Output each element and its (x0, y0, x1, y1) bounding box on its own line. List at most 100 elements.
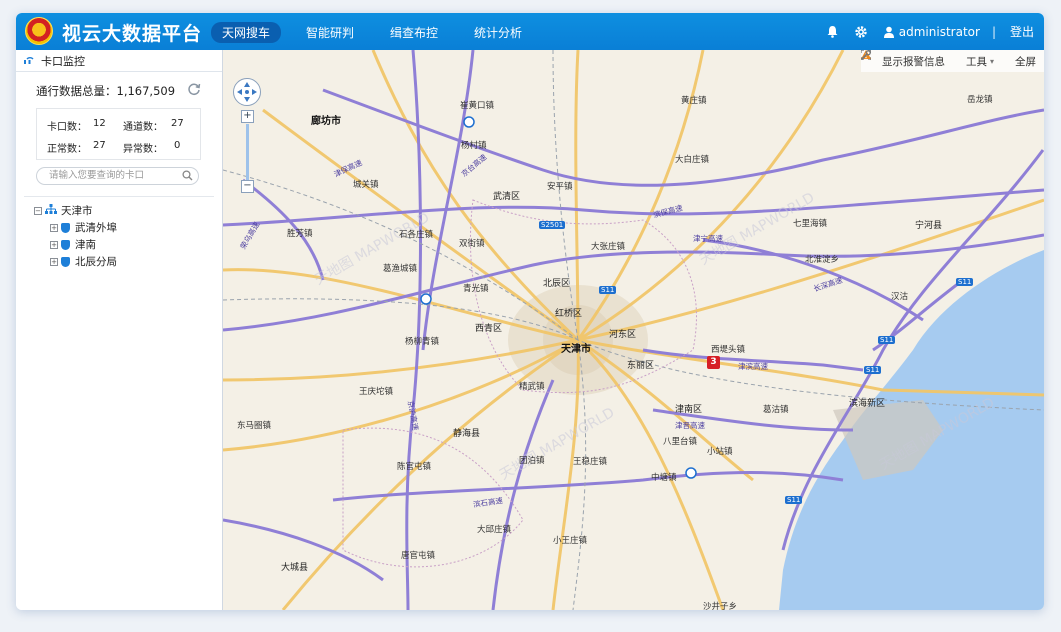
tree-root[interactable]: − 天津市 (34, 202, 117, 219)
map-label: 大张庄镇 (591, 242, 626, 252)
checkpoint-value: 12 (93, 118, 106, 129)
map-label: 葛渔城镇 (383, 264, 418, 274)
bell-icon[interactable] (826, 25, 840, 39)
shield-icon (61, 239, 70, 250)
shield-icon (61, 256, 70, 267)
shield-icon (61, 222, 70, 233)
map-pan-control[interactable] (233, 78, 261, 106)
lane-value: 27 (171, 118, 184, 129)
map-label: 黄庄镇 (681, 96, 707, 106)
map-label: 石各庄镇 (399, 230, 434, 240)
expand-icon[interactable]: + (50, 257, 58, 266)
tree-root-label: 天津市 (61, 205, 93, 217)
tab-surveillance-control[interactable]: 缉查布控 (379, 22, 449, 43)
map-label: 小站镇 (707, 447, 733, 457)
highway-shield: S11 (864, 366, 882, 374)
road-label: 津晋高速 (675, 421, 705, 430)
map-label: 大邱庄镇 (477, 525, 512, 535)
gear-icon[interactable] (854, 25, 868, 39)
road-label: 津滨高速 (738, 362, 768, 371)
map-label: 北辰区 (543, 279, 571, 289)
tab-tianwang-search[interactable]: 天网搜车 (211, 22, 282, 43)
top-header: 视云大数据平台 天网搜车 智能研判 缉查布控 统计分析 administrato… (16, 13, 1044, 50)
police-emblem-icon (25, 17, 53, 45)
stats-panel: 卡口数： 12 通道数： 27 正常数： 27 异常数： 0 (36, 108, 201, 160)
cluster-marker[interactable]: 3 (707, 356, 720, 369)
map-label: 中塘镇 (651, 473, 677, 483)
map-label: 崔黄口镇 (460, 101, 495, 111)
total-traffic: 通行数据总量：1,167,509 (36, 83, 175, 99)
map-label: 沙井子乡 (703, 602, 738, 610)
region-tree: − 天津市 + 武清外埠 + 津南 + 北辰分局 (34, 202, 117, 270)
app-title: 视云大数据平台 (62, 23, 203, 45)
sidebar: 卡口监控 通行数据总量：1,167,509 卡口数： 12 通道数： 27 正常… (16, 50, 223, 610)
tab-intelligent-analysis[interactable]: 智能研判 (295, 22, 365, 43)
map-label: 胜芳镇 (287, 229, 313, 239)
map-label: 八里台镇 (663, 437, 698, 447)
fullscreen-button[interactable]: 全屏 (860, 50, 1036, 69)
app-window: 视云大数据平台 天网搜车 智能研判 缉查布控 统计分析 administrato… (16, 13, 1044, 610)
user-name[interactable]: administrator (899, 25, 980, 39)
tree-item-wuqing[interactable]: + 武清外埠 (34, 219, 117, 236)
map-label: 葛沽镇 (763, 405, 789, 415)
map-label: 武清区 (493, 192, 521, 202)
expand-icon[interactable]: + (50, 223, 58, 232)
map-label: 津南区 (675, 405, 703, 415)
zoom-slider-track[interactable] (246, 124, 249, 180)
checkpoint-search-input[interactable]: 请输入您要查询的卡口 (36, 167, 199, 185)
collapse-icon[interactable]: − (34, 206, 42, 215)
map-label: 东丽区 (627, 361, 655, 371)
normal-value: 27 (93, 140, 106, 151)
map-label: 城关镇 (353, 180, 379, 190)
map-label: 河东区 (609, 330, 637, 340)
zoom-out-button[interactable]: − (241, 180, 254, 193)
tree-item-label: 武清外埠 (75, 222, 117, 234)
org-tree-icon (45, 204, 57, 217)
total-label: 通行数据总量： (36, 84, 117, 98)
map-label: 安平镇 (547, 182, 573, 192)
normal-label: 正常数： (47, 144, 87, 155)
map-label: 北淮淀乡 (805, 255, 840, 265)
header-actions: administrator | 登出 (826, 23, 1034, 40)
chevron-down-icon: ▾ (989, 56, 994, 66)
svg-text:天地图 MAPWORLD: 天地图 MAPWORLD (497, 405, 617, 484)
map-label: 红桥区 (555, 309, 583, 319)
map-label: 团泊镇 (519, 456, 545, 466)
lane-label: 通道数： (123, 122, 163, 133)
highway-shield: S11 (878, 336, 896, 344)
tools-dropdown[interactable]: 工具 ▾ (861, 50, 994, 69)
map-label: 静海县 (453, 429, 481, 439)
refresh-icon[interactable] (187, 81, 201, 100)
tree-item-jinnan[interactable]: + 津南 (34, 236, 117, 253)
logout-link[interactable]: 登出 (1010, 23, 1034, 40)
map-label: 杨柳青镇 (405, 337, 440, 347)
show-alarm-button[interactable]: 显示报警信息 (860, 50, 945, 69)
map-label: 精武镇 (519, 382, 545, 392)
show-alarm-label: 显示报警信息 (881, 55, 945, 68)
map-label: 王庆坨镇 (359, 387, 394, 397)
map-zoom-control: + − (241, 110, 254, 193)
search-placeholder: 请输入您要查询的卡口 (49, 170, 145, 181)
search-icon[interactable] (182, 170, 193, 187)
sidebar-divider (24, 196, 214, 197)
map-label: 西青区 (475, 324, 503, 334)
signal-icon (24, 54, 35, 67)
tab-statistics[interactable]: 统计分析 (463, 22, 533, 43)
map-label: 王稳庄镇 (573, 457, 608, 467)
map-label: 陈官屯镇 (397, 462, 432, 472)
tree-item-beichen[interactable]: + 北辰分局 (34, 253, 117, 270)
map-label: 七里海镇 (793, 219, 828, 229)
map-view[interactable]: 天地图 MAPWORLD 天地图 MAPWORLD 天地图 MAPWORLD 天… (223, 50, 1044, 610)
abnormal-value: 0 (174, 140, 181, 151)
map-label: 大白庄镇 (675, 155, 710, 165)
map-label: 青光镇 (463, 284, 489, 294)
map-label: 双街镇 (459, 239, 485, 249)
abnormal-label: 异常数： (123, 144, 163, 155)
map-label: 宁河县 (915, 221, 943, 231)
sidebar-header: 卡口监控 (16, 50, 222, 72)
fullscreen-label: 全屏 (1015, 55, 1036, 68)
map-label: 廊坊市 (311, 116, 341, 127)
map-label: 西堤头镇 (711, 345, 746, 355)
zoom-in-button[interactable]: + (241, 110, 254, 123)
expand-icon[interactable]: + (50, 240, 58, 249)
